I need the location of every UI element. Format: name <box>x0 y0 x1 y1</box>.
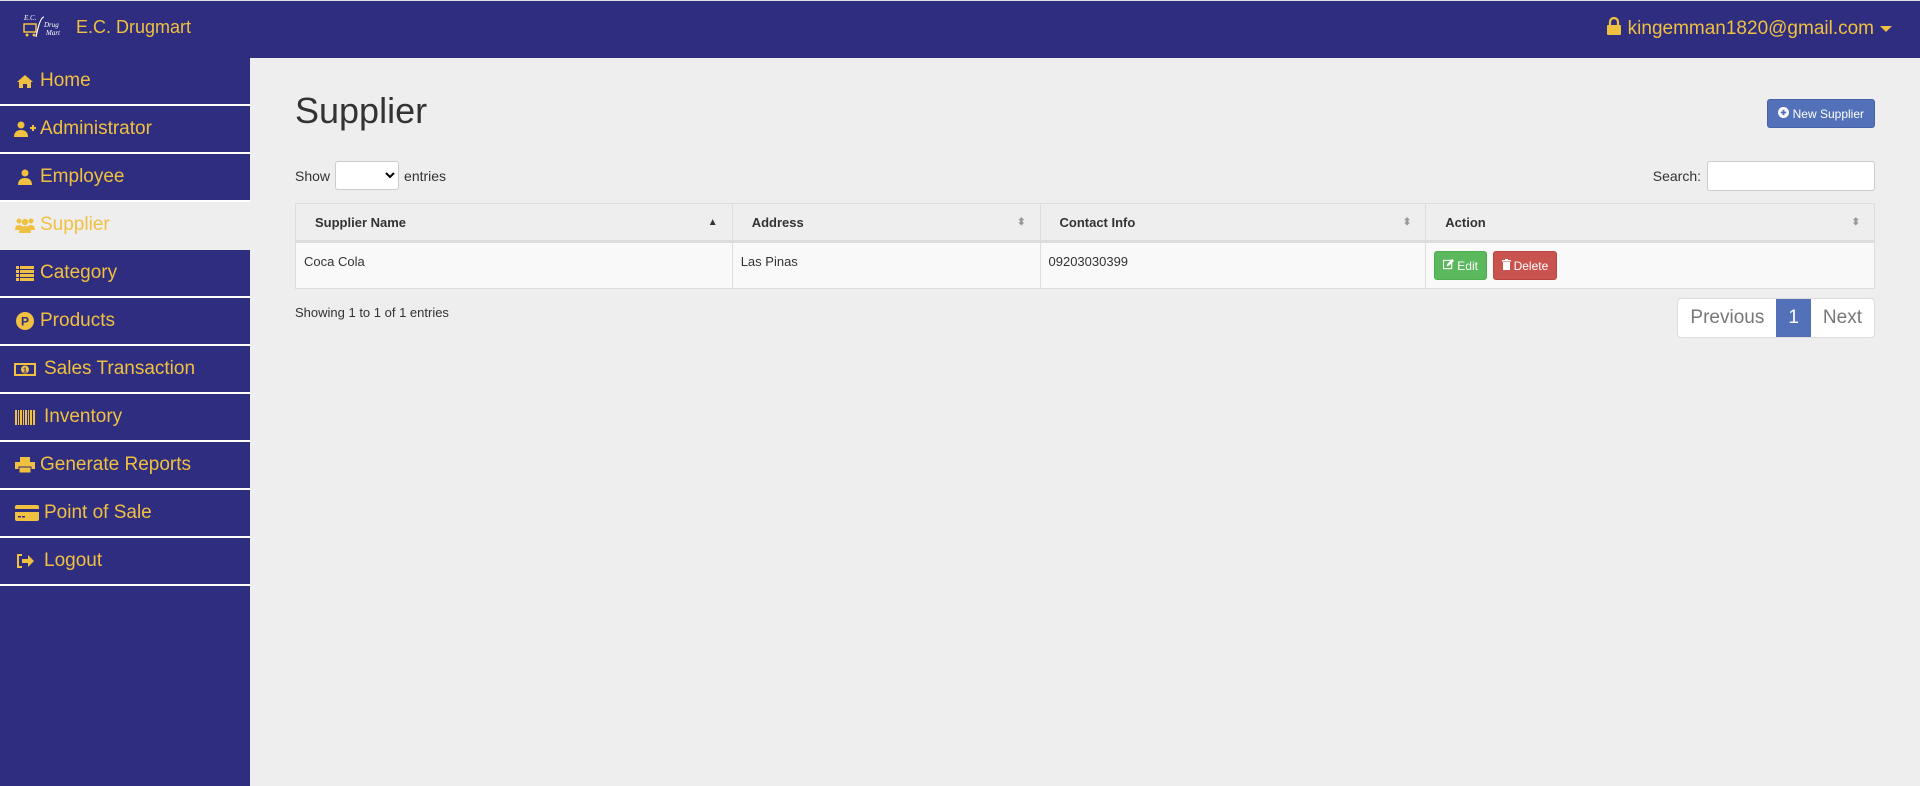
print-icon <box>14 457 36 473</box>
barcode-icon <box>14 409 36 425</box>
top-navbar: E.C. Drug Mart E.C. Drugmart kingemman18… <box>0 0 1920 58</box>
table-info: Showing 1 to 1 of 1 entries <box>295 305 449 320</box>
table-row: Coca Cola Las Pinas 09203030399 Edit Del… <box>295 241 1875 289</box>
user-plus-icon <box>14 121 36 137</box>
cell-supplier-name: Coca Cola <box>295 241 733 289</box>
page-length-control: Show entries <box>295 161 446 190</box>
logo-text-ec: E.C. <box>23 14 37 22</box>
sort-both-icon: ⬍ <box>1017 217 1026 228</box>
lock-icon <box>1606 16 1622 41</box>
caret-down-icon <box>1880 26 1892 32</box>
sign-out-icon <box>14 554 36 568</box>
user-menu[interactable]: kingemman1820@gmail.com <box>1606 16 1892 41</box>
sidebar-item-label: Inventory <box>44 406 123 427</box>
sidebar-item-category[interactable]: Category <box>0 250 250 298</box>
column-header-contact-info[interactable]: Contact Info ⬍ <box>1039 203 1427 243</box>
sidebar-item-label: Home <box>40 70 91 91</box>
entries-label: entries <box>404 167 447 184</box>
user-icon <box>14 169 36 185</box>
money-icon: 1 <box>14 362 36 376</box>
sidebar: Home Administrator Employee Supplier Cat… <box>0 58 250 786</box>
product-p-icon: P <box>14 312 36 330</box>
sort-asc-icon: ▲ <box>707 217 718 228</box>
user-email: kingemman1820@gmail.com <box>1627 18 1874 39</box>
home-icon <box>14 74 36 89</box>
sidebar-item-supplier[interactable]: Supplier <box>0 202 250 250</box>
pagination: Previous 1 Next <box>1677 298 1875 338</box>
column-header-supplier-name[interactable]: Supplier Name ▲ <box>295 203 733 243</box>
sidebar-item-home[interactable]: Home <box>0 58 250 106</box>
sort-both-icon: ⬍ <box>1402 217 1412 228</box>
search-label: Search: <box>1652 168 1701 184</box>
sidebar-item-employee[interactable]: Employee <box>0 154 250 202</box>
edit-label: Edit <box>1457 258 1478 273</box>
edit-icon <box>1443 258 1455 273</box>
credit-card-icon <box>14 505 40 521</box>
show-label: Show <box>295 167 331 184</box>
svg-text:P: P <box>21 315 29 329</box>
sidebar-item-label: Point of Sale <box>44 502 152 523</box>
sidebar-item-administrator[interactable]: Administrator <box>0 106 250 154</box>
page-length-select[interactable] <box>335 161 400 190</box>
sidebar-item-products[interactable]: P Products <box>0 298 250 346</box>
delete-button[interactable]: Delete <box>1492 251 1558 280</box>
brand[interactable]: E.C. Drug Mart E.C. Drugmart <box>22 13 191 41</box>
search-control: Search: <box>1653 161 1875 191</box>
column-header-address[interactable]: Address ⬍ <box>731 203 1041 243</box>
delete-label: Delete <box>1513 258 1549 273</box>
sidebar-item-label: Sales Transaction <box>44 358 196 379</box>
search-input[interactable] <box>1707 161 1875 191</box>
cell-action: Edit Delete <box>1425 241 1875 289</box>
cell-contact: 09203030399 <box>1039 241 1427 289</box>
logo-text-mart: Mart <box>45 29 61 37</box>
sidebar-item-label: Administrator <box>40 118 152 139</box>
sidebar-item-label: Logout <box>44 550 103 571</box>
trash-icon <box>1501 258 1511 273</box>
new-supplier-button[interactable]: New Supplier <box>1766 99 1875 128</box>
sidebar-item-label: Generate Reports <box>40 454 192 475</box>
edit-button[interactable]: Edit <box>1434 251 1487 280</box>
logo-text-drug: Drug <box>43 21 59 29</box>
sidebar-item-logout[interactable]: Logout <box>0 538 250 586</box>
sidebar-item-label: Employee <box>40 166 125 187</box>
sidebar-item-point-of-sale[interactable]: Point of Sale <box>0 490 250 538</box>
supplier-table: Supplier Name ▲ Address ⬍ Contact Info ⬍ Ac… <box>295 203 1875 289</box>
svg-text:1: 1 <box>23 367 27 374</box>
list-icon <box>14 265 36 281</box>
sidebar-item-label: Products <box>40 310 115 331</box>
new-supplier-label: New Supplier <box>1792 106 1864 121</box>
pagination-page-1[interactable]: 1 <box>1776 299 1811 337</box>
brand-name: E.C. Drugmart <box>76 16 192 37</box>
sidebar-item-label: Category <box>40 262 118 283</box>
sort-both-icon: ⬍ <box>1851 217 1860 228</box>
sidebar-item-label: Supplier <box>40 214 110 235</box>
page-title: Supplier <box>295 90 428 131</box>
plus-circle-icon <box>1777 106 1789 121</box>
users-icon <box>14 217 36 233</box>
sidebar-item-generate-reports[interactable]: Generate Reports <box>0 442 250 490</box>
logo-icon: E.C. Drug Mart <box>22 13 66 41</box>
pagination-next[interactable]: Next <box>1811 299 1874 337</box>
pagination-previous[interactable]: Previous <box>1678 299 1776 337</box>
table-header-row: Supplier Name ▲ Address ⬍ Contact Info ⬍ Ac… <box>295 203 1875 243</box>
cell-address: Las Pinas <box>731 241 1041 289</box>
column-header-action[interactable]: Action ⬍ <box>1425 203 1875 243</box>
sidebar-item-inventory[interactable]: Inventory <box>0 394 250 442</box>
sidebar-item-sales-transaction[interactable]: 1 Sales Transaction <box>0 346 250 394</box>
